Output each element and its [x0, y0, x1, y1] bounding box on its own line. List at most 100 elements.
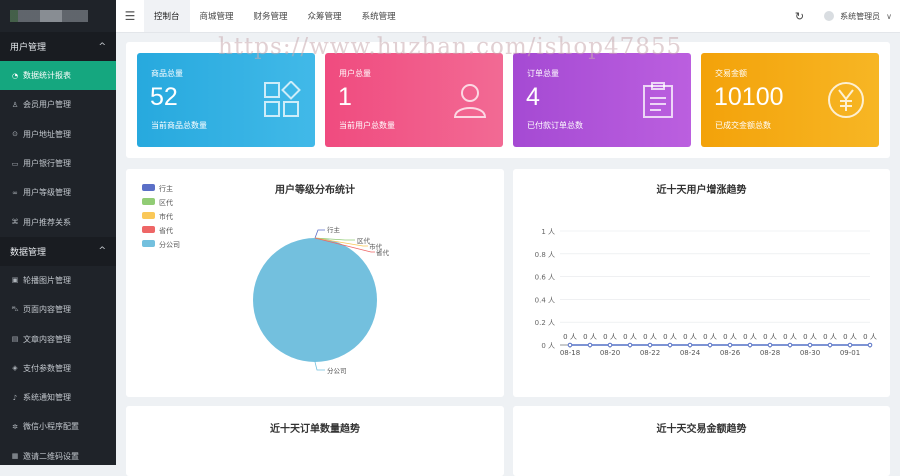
data-point[interactable]: [687, 342, 693, 348]
top-tab[interactable]: 商城管理: [190, 0, 244, 32]
top-tab[interactable]: 众筹管理: [298, 0, 352, 32]
stat-card-amount[interactable]: 交易金额 10100 已成交金额总数: [701, 53, 879, 147]
stat-card-orders[interactable]: 订单总量 4 已付款订单总数: [513, 53, 691, 147]
data-point[interactable]: [727, 342, 733, 348]
sidebar-item[interactable]: ⛍ 页面内容管理: [0, 295, 116, 324]
top-tab[interactable]: 财务管理: [244, 0, 298, 32]
relation-icon: ⌘: [11, 218, 19, 227]
sidebar: 用户管理 ^ ◔ 数据统计报表 ♙ 会员用户管理 ⊙ 用户地址管理 ▭ 用户银行管理 ∞ 用户等级管理…: [0, 0, 116, 465]
stat-subtext: 当前用户总数量: [339, 121, 395, 130]
settings-icon: ✲: [12, 422, 18, 431]
amount-chart-card: 近十天交易金额趋势: [513, 406, 890, 476]
sidebar-item[interactable]: ⌘ 用户推荐关系: [0, 207, 116, 236]
sidebar-item[interactable]: ▤ 文章内容管理: [0, 324, 116, 353]
sidebar-item-label: 微信小程序配置: [23, 422, 79, 432]
sidebar-item[interactable]: ◔ 数据统计报表: [0, 61, 116, 91]
link-icon: ∞: [12, 188, 18, 197]
sidebar-group-label: 用户管理: [10, 43, 47, 53]
data-label: 0 人: [643, 333, 657, 341]
data-point[interactable]: [647, 342, 653, 348]
app-logo[interactable]: [0, 0, 116, 32]
watermark-text: https://www.huzhan.com/ishop47855: [218, 34, 683, 60]
legend-swatch[interactable]: [142, 184, 155, 191]
x-tick-label: 08-30: [800, 349, 820, 357]
data-point[interactable]: [807, 342, 813, 348]
data-point[interactable]: [787, 342, 793, 348]
avatar[interactable]: [824, 11, 835, 21]
legend-swatch[interactable]: [142, 198, 155, 205]
x-tick-label: 08-22: [640, 349, 660, 357]
top-tab[interactable]: 系统管理: [352, 0, 406, 32]
data-label: 0 人: [663, 333, 677, 341]
sidebar-item-label: 用户等级管理: [23, 188, 71, 198]
x-tick-label: 08-20: [600, 349, 620, 357]
stat-label: 订单总量: [527, 69, 559, 78]
legend-swatch[interactable]: [142, 212, 155, 219]
sidebar-item-label: 用户地址管理: [23, 129, 71, 139]
sidebar-item[interactable]: ◈ 支付参数管理: [0, 354, 116, 383]
data-point[interactable]: [607, 342, 613, 348]
data-point[interactable]: [827, 342, 833, 348]
y-tick-label: 0.2 人: [535, 319, 555, 327]
data-label: 0 人: [843, 333, 857, 341]
legend-swatch[interactable]: [142, 240, 155, 247]
data-point[interactable]: [747, 342, 753, 348]
sidebar-item[interactable]: ∞ 用户等级管理: [0, 178, 116, 207]
menu-toggle-icon[interactable]: ☰: [116, 9, 144, 23]
sidebar-item-label: 会员用户管理: [23, 100, 71, 110]
sidebar-group[interactable]: 用户管理 ^: [0, 32, 116, 61]
data-point[interactable]: [567, 342, 573, 348]
orders-chart-card: 近十天订单数量趋势: [126, 406, 504, 476]
chart-title: 近十天订单数量趋势: [270, 424, 360, 435]
data-point[interactable]: [667, 342, 673, 348]
x-tick-label: 08-18: [560, 349, 580, 357]
sidebar-item[interactable]: ♪ 系统通知管理: [0, 383, 116, 412]
sidebar-item[interactable]: ▭ 用户银行管理: [0, 149, 116, 178]
data-point[interactable]: [867, 342, 873, 348]
stat-card-users[interactable]: 用户总量 1 当前用户总数量: [325, 53, 503, 147]
data-point[interactable]: [587, 342, 593, 348]
x-tick-label: 09-01: [840, 349, 860, 357]
data-label: 0 人: [723, 333, 737, 341]
sidebar-item[interactable]: ♙ 会员用户管理: [0, 90, 116, 119]
sidebar-item[interactable]: ▣ 轮播图片管理: [0, 266, 116, 295]
legend-swatch[interactable]: [142, 226, 155, 233]
sidebar-group[interactable]: 数据管理 ^: [0, 236, 116, 266]
top-tabs: 控制台 商城管理 财务管理 众筹管理 系统管理: [144, 0, 406, 32]
x-tick-label: 08-28: [760, 349, 780, 357]
pie-slice[interactable]: [253, 238, 377, 362]
yen-icon: [828, 82, 864, 118]
data-point[interactable]: [707, 342, 713, 348]
sidebar-item[interactable]: ✲ 微信小程序配置: [0, 412, 116, 441]
card-icon: ▭: [11, 159, 19, 168]
shield-icon: ◈: [12, 364, 18, 373]
location-icon: ⊙: [12, 130, 18, 139]
chart-title: 近十天交易金额趋势: [656, 424, 747, 435]
top-tab[interactable]: 控制台: [144, 0, 190, 32]
data-label: 0 人: [763, 333, 777, 341]
data-label: 0 人: [623, 333, 637, 341]
line-chart-card: 近十天用户增涨趋势 0 人 0.2 人 0.4 人 0.6 人 0.8 人1 人0 人0…: [513, 169, 890, 397]
data-point[interactable]: [847, 342, 853, 348]
sidebar-item[interactable]: ▦ 邀请二维码设置: [0, 442, 116, 471]
data-label: 0 人: [743, 333, 757, 341]
data-label: 0 人: [563, 333, 577, 341]
chevron-up-icon: ^: [98, 246, 106, 257]
stat-card-products[interactable]: 商品总量 52 当前商品总数量: [137, 53, 315, 147]
data-label: 0 人: [823, 333, 837, 341]
legend-label: 省代: [159, 226, 173, 235]
chevron-down-icon[interactable]: ∨: [886, 12, 892, 21]
pie-label: 分公司: [327, 366, 347, 375]
y-tick-label: 0.4 人: [535, 296, 555, 304]
data-point[interactable]: [627, 342, 633, 348]
user-name[interactable]: 系统管理员: [840, 11, 880, 22]
y-tick-label: 0.8 人: [535, 251, 555, 259]
data-point[interactable]: [767, 342, 773, 348]
stat-subtext: 已成交金额总数: [715, 121, 771, 130]
refresh-icon[interactable]: ↻: [795, 10, 804, 23]
y-tick-label: 1 人: [541, 228, 555, 236]
user-icon: ♙: [11, 100, 19, 109]
line-chart: 0 人 0.2 人 0.4 人 0.6 人 0.8 人 1 人 0 人 0 人 0 人 0 人 0 …: [535, 228, 877, 357]
y-tick-label: 0 人: [541, 342, 555, 350]
sidebar-item[interactable]: ⊙ 用户地址管理: [0, 120, 116, 149]
